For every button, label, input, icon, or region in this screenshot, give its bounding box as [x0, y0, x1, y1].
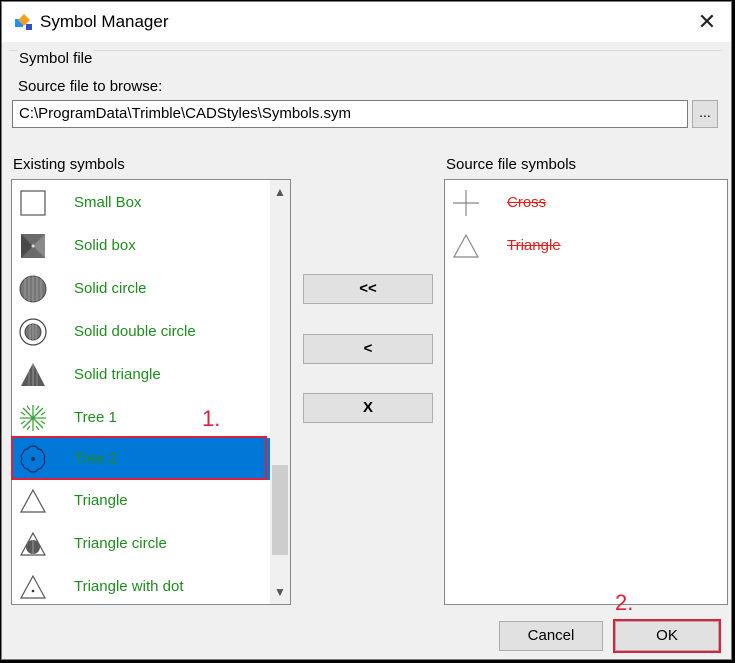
annotation-step-1: 1.: [202, 406, 221, 431]
list-item[interactable]: Small Box: [12, 182, 290, 224]
list-item[interactable]: Solid box: [12, 225, 290, 267]
list-item-label: Solid double circle: [74, 323, 196, 340]
existing-symbols-list[interactable]: Small Box Solid box Solid circle Solid d…: [11, 179, 291, 605]
scroll-up-icon[interactable]: ▲: [270, 182, 290, 202]
source-file-path-input[interactable]: C:\ProgramData\Trimble\CADStyles\Symbols…: [12, 100, 688, 128]
list-item[interactable]: Triangle circle: [12, 523, 290, 565]
solid-triangle-icon: [21, 363, 45, 386]
cross-icon: [453, 190, 479, 216]
list-item-label: Cross: [507, 194, 547, 211]
title-bar: Symbol Manager ✕: [2, 2, 731, 42]
list-item[interactable]: Tree 1: [12, 397, 290, 439]
dialog-client: Symbol file Source file to browse: C:\Pr…: [2, 42, 731, 659]
list-item[interactable]: Triangle: [445, 225, 727, 267]
close-icon[interactable]: ✕: [689, 4, 725, 40]
cancel-button[interactable]: Cancel: [499, 621, 603, 651]
existing-symbols-label: Existing symbols: [13, 156, 125, 173]
triangle-icon: [19, 488, 47, 513]
existing-list-scrollbar[interactable]: ▲ ▼: [270, 180, 290, 604]
list-item[interactable]: Solid triangle: [12, 354, 290, 396]
source-file-label: Source file to browse:: [18, 78, 163, 95]
list-item[interactable]: Solid circle: [12, 268, 290, 310]
highlight-box-selected-item: [11, 436, 267, 480]
solid-circle-icon: [19, 275, 47, 303]
browse-button[interactable]: ...: [692, 100, 718, 128]
list-item[interactable]: Cross: [445, 182, 727, 224]
solid-double-circle-icon: [19, 318, 47, 346]
triangle-icon: [452, 233, 480, 258]
annotation-step-2: 2.: [615, 590, 634, 615]
window-title: Symbol Manager: [40, 12, 169, 31]
list-item-label: Triangle circle: [74, 535, 167, 552]
list-item-label: Solid circle: [74, 280, 147, 297]
list-item-label: Triangle: [507, 237, 561, 254]
symbol-file-group-label: Symbol file: [18, 50, 94, 67]
list-item-label: Solid box: [74, 237, 136, 254]
small-box-icon: [20, 190, 46, 216]
triangle-with-dot-icon: [19, 574, 47, 599]
list-item-label: Tree 1: [74, 409, 117, 426]
source-file-symbols-list[interactable]: Cross Triangle: [444, 179, 728, 605]
list-item[interactable]: Triangle: [12, 480, 290, 522]
list-item-label: Triangle: [74, 492, 128, 509]
solid-box-icon: [21, 234, 45, 258]
list-item[interactable]: Triangle with dot: [12, 566, 290, 604]
triangle-circle-icon: [19, 531, 47, 556]
list-item-label: Solid triangle: [74, 366, 161, 383]
list-item[interactable]: Solid double circle: [12, 311, 290, 353]
scroll-thumb[interactable]: [272, 465, 288, 555]
add-all-button[interactable]: <<: [303, 274, 433, 304]
source-file-symbols-label: Source file symbols: [446, 156, 577, 173]
symbol-manager-dialog: Symbol Manager ✕ Symbol file Source file…: [1, 1, 732, 660]
list-item-label: Triangle with dot: [74, 578, 184, 595]
add-selected-button[interactable]: <: [303, 334, 433, 364]
scroll-down-icon[interactable]: ▼: [270, 582, 290, 602]
app-icon: [15, 14, 32, 30]
list-item-label: Small Box: [74, 194, 142, 211]
delete-button[interactable]: X: [303, 393, 433, 423]
tree-1-icon: [20, 405, 46, 431]
highlight-box-ok: [613, 619, 721, 653]
